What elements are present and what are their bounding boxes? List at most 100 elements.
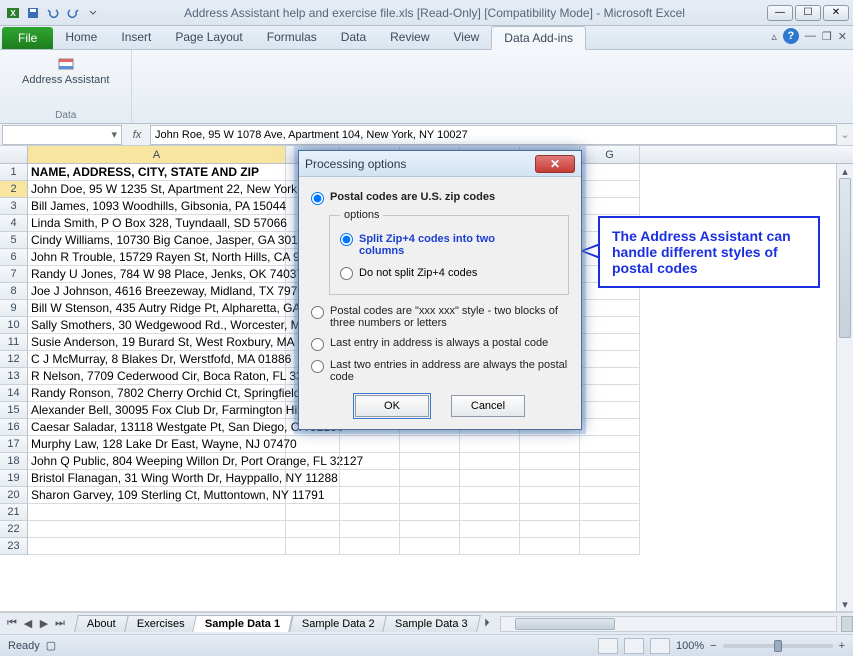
formula-expand-icon[interactable]: ⌄ [837, 128, 853, 141]
cell[interactable] [520, 521, 580, 538]
select-all-corner[interactable] [0, 146, 28, 163]
row-header[interactable]: 21 [0, 504, 28, 521]
zoom-thumb[interactable] [774, 640, 782, 652]
cell[interactable] [460, 538, 520, 555]
cell[interactable] [520, 436, 580, 453]
doc-close-icon[interactable]: ✕ [838, 30, 847, 43]
tab-data-add-ins[interactable]: Data Add-ins [491, 26, 586, 50]
cell[interactable] [460, 436, 520, 453]
cell[interactable] [580, 334, 640, 351]
cell[interactable] [520, 470, 580, 487]
cell[interactable] [460, 504, 520, 521]
cell[interactable] [400, 470, 460, 487]
cell[interactable]: NAME, ADDRESS, CITY, STATE AND ZIP [28, 164, 286, 181]
zoom-out-button[interactable]: − [710, 640, 716, 652]
row-header[interactable]: 8 [0, 283, 28, 300]
cell[interactable] [286, 521, 340, 538]
cell[interactable] [580, 181, 640, 198]
radio-last-two[interactable]: Last two entries in address are always t… [311, 359, 569, 383]
sheet-last-icon[interactable]: ⏭ [52, 617, 68, 630]
row-header[interactable]: 17 [0, 436, 28, 453]
col-header-g[interactable]: G [580, 146, 640, 163]
cancel-button[interactable]: Cancel [451, 395, 525, 417]
cell[interactable] [400, 538, 460, 555]
redo-icon[interactable] [64, 4, 82, 22]
qat-dropdown-icon[interactable] [84, 4, 102, 22]
cell[interactable] [580, 402, 640, 419]
cell[interactable]: Sharon Garvey, 109 Sterling Ct, Muttonto… [28, 487, 286, 504]
cell[interactable] [286, 453, 340, 470]
zoom-level[interactable]: 100% [676, 640, 704, 652]
cell[interactable]: Alexander Bell, 30095 Fox Club Dr, Farmi… [28, 402, 286, 419]
cell[interactable] [580, 419, 640, 436]
row-header[interactable]: 2 [0, 181, 28, 198]
cell[interactable] [580, 317, 640, 334]
tab-view[interactable]: View [442, 26, 492, 49]
zoom-in-button[interactable]: + [839, 640, 845, 652]
cell[interactable] [520, 504, 580, 521]
macro-record-icon[interactable]: ▢ [46, 639, 56, 652]
cell[interactable]: John Doe, 95 W 1235 St, Apartment 22, Ne… [28, 181, 286, 198]
row-header[interactable]: 6 [0, 249, 28, 266]
cell[interactable] [460, 487, 520, 504]
cell[interactable] [580, 436, 640, 453]
row-header[interactable]: 10 [0, 317, 28, 334]
tab-review[interactable]: Review [378, 26, 441, 49]
cell[interactable] [580, 487, 640, 504]
radio-us-zip[interactable]: Postal codes are U.S. zip codes [311, 191, 569, 205]
cell[interactable]: Caesar Saladar, 13118 Westgate Pt, San D… [28, 419, 286, 436]
vertical-scrollbar[interactable]: ▴ ▾ [836, 164, 853, 611]
cell[interactable]: Cindy Williams, 10730 Big Canoe, Jasper,… [28, 232, 286, 249]
cell[interactable] [340, 436, 400, 453]
cell[interactable]: Bristol Flanagan, 31 Wing Worth Dr, Hayp… [28, 470, 286, 487]
row-header[interactable]: 3 [0, 198, 28, 215]
cell[interactable]: R Nelson, 7709 Cederwood Cir, Boca Raton… [28, 368, 286, 385]
cell[interactable]: Randy Ronson, 7802 Cherry Orchid Ct, Spr… [28, 385, 286, 402]
cell[interactable] [520, 487, 580, 504]
hscroll-thumb[interactable] [515, 618, 615, 630]
cell[interactable] [520, 453, 580, 470]
file-tab[interactable]: File [2, 27, 53, 49]
radio-split-zip4-input[interactable] [340, 233, 353, 246]
sheet-tab-sample-data-3[interactable]: Sample Data 3 [383, 615, 481, 632]
cell[interactable] [520, 538, 580, 555]
row-header[interactable]: 5 [0, 232, 28, 249]
horizontal-scrollbar[interactable] [500, 616, 837, 632]
name-box[interactable]: ▾ [2, 125, 122, 145]
cell[interactable] [340, 470, 400, 487]
formula-input[interactable]: John Roe, 95 W 1078 Ave, Apartment 104, … [150, 125, 837, 145]
sheet-tab-about[interactable]: About [74, 615, 128, 632]
name-box-dropdown-icon[interactable]: ▾ [111, 128, 117, 141]
cell[interactable]: John Q Public, 804 Weeping Willon Dr, Po… [28, 453, 286, 470]
address-assistant-button[interactable]: Address Assistant [18, 54, 113, 88]
row-header[interactable]: 19 [0, 470, 28, 487]
save-icon[interactable] [24, 4, 42, 22]
row-header[interactable]: 13 [0, 368, 28, 385]
scroll-down-icon[interactable]: ▾ [837, 597, 853, 611]
radio-xxx-style-input[interactable] [311, 306, 324, 319]
radio-us-zip-input[interactable] [311, 192, 324, 205]
cell[interactable] [580, 453, 640, 470]
cell[interactable]: John R Trouble, 15729 Rayen St, North Hi… [28, 249, 286, 266]
dialog-close-button[interactable]: ✕ [535, 155, 575, 173]
close-button[interactable]: ✕ [823, 5, 849, 21]
cell[interactable] [580, 198, 640, 215]
tab-page-layout[interactable]: Page Layout [163, 26, 254, 49]
row-header[interactable]: 16 [0, 419, 28, 436]
sheet-next-icon[interactable]: ▶ [36, 617, 52, 630]
doc-restore-icon[interactable]: ❐ [822, 30, 832, 43]
doc-minimize-icon[interactable]: — [805, 30, 816, 42]
cell[interactable]: C J McMurray, 8 Blakes Dr, Werstfofd, MA… [28, 351, 286, 368]
cell[interactable] [340, 487, 400, 504]
undo-icon[interactable] [44, 4, 62, 22]
cell[interactable]: Bill W Stenson, 435 Autry Ridge Pt, Alph… [28, 300, 286, 317]
radio-xxx-style[interactable]: Postal codes are "xxx xxx" style - two b… [311, 305, 569, 329]
sheet-tab-sample-data-1[interactable]: Sample Data 1 [193, 615, 294, 632]
cell[interactable] [460, 521, 520, 538]
tab-home[interactable]: Home [53, 26, 109, 49]
cell[interactable]: Sally Smothers, 30 Wedgewood Rd., Worces… [28, 317, 286, 334]
cell[interactable]: Susie Anderson, 19 Burard St, West Roxbu… [28, 334, 286, 351]
sheet-prev-icon[interactable]: ◀ [20, 617, 36, 630]
row-header[interactable]: 18 [0, 453, 28, 470]
zoom-slider[interactable] [723, 644, 833, 648]
